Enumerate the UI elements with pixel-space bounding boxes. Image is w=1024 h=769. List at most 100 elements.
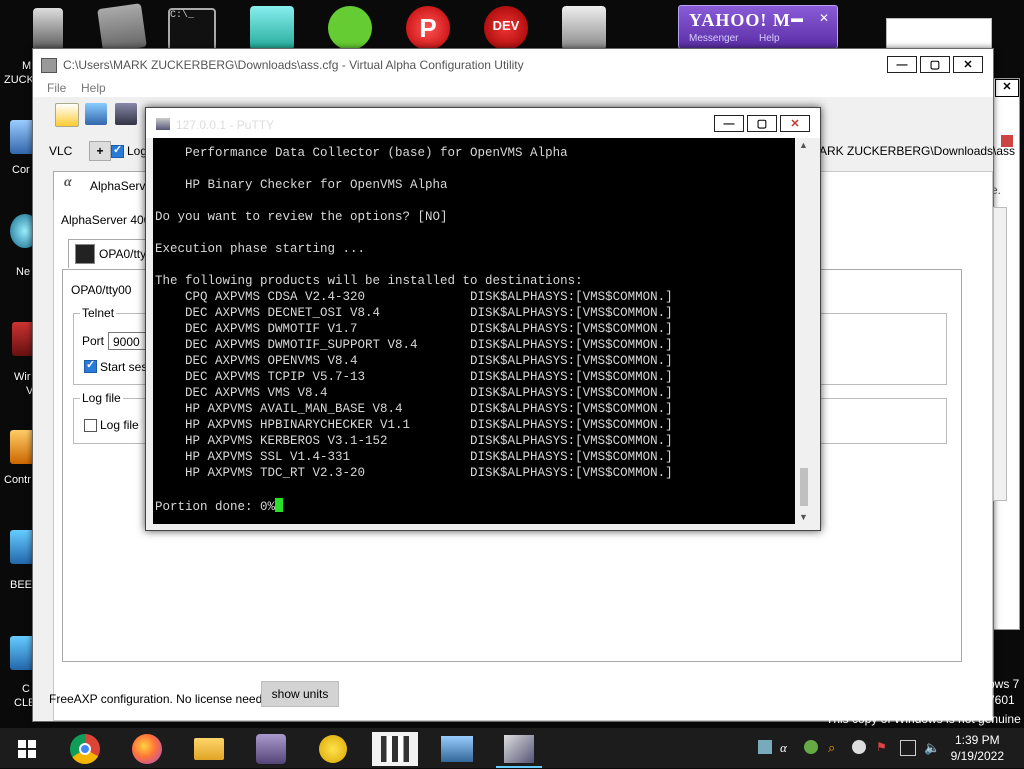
document-icon [33, 8, 63, 52]
yahoo-close-button[interactable]: ✕ [819, 11, 829, 25]
log-file-label: Log file [100, 418, 139, 432]
chrome-taskbar-button[interactable] [62, 732, 108, 766]
desktop-label: C [22, 683, 30, 695]
start-session-checkbox[interactable] [84, 358, 97, 373]
putty-title: 127.0.0.1 - PuTTY [176, 118, 275, 132]
port-input[interactable]: 9000 [108, 332, 150, 350]
close-button[interactable]: ✕ [953, 56, 983, 73]
p-logo-icon: P [406, 6, 450, 50]
terminal-screen[interactable]: Performance Data Collector (base) for Op… [153, 138, 795, 524]
show-units-button[interactable]: show units [261, 681, 339, 707]
desktop-icon-white-box[interactable] [886, 18, 992, 52]
maximize-icon: ▢ [929, 59, 941, 71]
flag-icon[interactable]: ⚑ [876, 740, 890, 754]
desktop-label: Wir [14, 371, 31, 383]
close-icon: ✕ [963, 59, 973, 71]
terminal-line: HP AXPVMS TDC_RT V2.3-20 DISK$ALPHASYS:[… [155, 466, 673, 480]
windows-version-line: ows 7 [988, 677, 1020, 691]
putty-window[interactable]: 127.0.0.1 - PuTTY — ▢ ✕ Performance Data… [145, 107, 821, 531]
terminal-line: HP AXPVMS HPBINARYCHECKER V1.1 DISK$ALPH… [155, 418, 673, 432]
putty-close-button[interactable]: ✕ [780, 115, 810, 132]
menu-file[interactable]: File [47, 81, 66, 95]
terminal-icon [75, 244, 95, 264]
putty-taskbar-icon [504, 735, 534, 763]
terminal-scrollbar[interactable]: ▲ ▼ [797, 138, 812, 524]
windows-build-line: 7601 [988, 693, 1015, 707]
menu-help[interactable]: Help [81, 81, 106, 95]
alpha-icon: α [64, 175, 72, 190]
tab-alphaserver[interactable]: α AlphaServer [53, 171, 156, 200]
yahoo-taskbar-button[interactable] [310, 732, 356, 766]
clock[interactable]: 1:39 PM 9/19/2022 [951, 732, 1004, 764]
config-path: ARK ZUCKERBERG\Downloads\ass [819, 144, 1016, 158]
log-checkbox[interactable] [111, 143, 124, 158]
mouse-pointer-icon [942, 220, 950, 234]
yahoo-smiley-icon [319, 735, 347, 763]
terminal-line: HP AXPVMS KERBEROS V3.1-152 DISK$ALPHASY… [155, 434, 673, 448]
terminal-prompt-text: Portion done: 0% [155, 500, 276, 514]
tray-icon[interactable] [852, 740, 866, 754]
vlc-label: VLC [49, 144, 73, 158]
tray-icon[interactable] [804, 740, 818, 754]
putty-maximize-button[interactable]: ▢ [747, 115, 777, 132]
monitor-taskbar-button[interactable] [434, 732, 480, 766]
minimize-icon: — [723, 117, 735, 130]
telnet-legend: Telnet [80, 306, 117, 320]
close-icon: ✕ [790, 118, 800, 130]
clock-time: 1:39 PM [954, 733, 1000, 747]
new-file-icon[interactable] [55, 103, 79, 127]
scroll-down-icon[interactable]: ▼ [799, 512, 808, 522]
yahoo-help-link[interactable]: Help [759, 33, 780, 44]
windows-logo-icon [18, 740, 36, 758]
virtual-alpha-taskbar-button[interactable] [372, 732, 418, 766]
terminal-cursor [275, 498, 284, 512]
log-file-checkbox[interactable] [84, 419, 97, 432]
scroll-up-icon[interactable]: ▲ [799, 140, 808, 150]
terminal-line: DEC AXPVMS DWMOTIF V1.7 DISK$ALPHASYS:[V… [155, 322, 673, 336]
yahoo-messenger-window[interactable]: YAHOO! M Messenger Help ▬ ✕ [678, 5, 838, 49]
putty-taskbar-button[interactable] [496, 732, 542, 768]
display-icon[interactable] [900, 740, 916, 756]
minimize-button[interactable]: — [887, 56, 917, 73]
desktop-label: BEE [10, 579, 33, 591]
background-window-close[interactable]: ✕ [995, 79, 1019, 97]
terminal-prompt: Portion done: 0% [155, 498, 284, 514]
vertical-scrollbar[interactable] [993, 207, 1007, 501]
terminal-line: The following products will be installed… [155, 274, 583, 288]
desktop-label: M [22, 60, 32, 72]
maximize-button[interactable]: ▢ [920, 56, 950, 73]
putty-minimize-button[interactable]: — [714, 115, 744, 132]
tab-opa0-label: OPA0/tty [99, 247, 147, 261]
save-icon[interactable] [115, 103, 137, 125]
log-file-legend: Log file [80, 391, 123, 405]
toolbox-icon [97, 3, 147, 53]
tray-icon[interactable] [758, 740, 772, 754]
network-computer-icon [562, 6, 606, 50]
desktop-label: ZUCK [4, 74, 34, 86]
terminal-line: DEC AXPVMS TCPIP V5.7-13 DISK$ALPHASYS:[… [155, 370, 673, 384]
firefox-icon [132, 734, 162, 764]
add-unit-button[interactable]: + [89, 141, 111, 161]
volume-icon[interactable]: 🔈 [924, 740, 940, 755]
status-text: FreeAXP configuration. No license needed… [49, 692, 279, 706]
putty-title-bar[interactable]: 127.0.0.1 - PuTTY — ▢ ✕ [146, 108, 820, 138]
server-label: AlphaServer 400 [61, 213, 151, 227]
firefox-taskbar-button[interactable] [124, 732, 170, 766]
port-label: Port [82, 334, 105, 348]
terminal-line: HP Binary Checker for OpenVMS Alpha [155, 178, 448, 192]
scroll-thumb[interactable] [800, 468, 808, 506]
alpha-tray-icon[interactable]: α [780, 740, 794, 755]
start-button[interactable] [4, 732, 50, 766]
pig-icon [328, 6, 372, 50]
clock-date: 9/19/2022 [950, 749, 1004, 763]
maximize-icon: ▢ [756, 118, 768, 130]
yahoo-minimize-button[interactable]: ▬ [791, 11, 803, 25]
menu-bar: File Help [33, 79, 993, 97]
game-taskbar-button[interactable] [248, 732, 294, 766]
open-folder-icon[interactable] [85, 103, 107, 125]
explorer-taskbar-button[interactable] [186, 732, 232, 766]
terminal-line: DEC AXPVMS DECNET_OSI V8.4 DISK$ALPHASYS… [155, 306, 673, 320]
search-tray-icon[interactable]: ⌕ [828, 740, 842, 755]
chrome-icon [70, 734, 100, 764]
title-bar[interactable]: C:\Users\MARK ZUCKERBERG\Downloads\ass.c… [33, 49, 993, 79]
